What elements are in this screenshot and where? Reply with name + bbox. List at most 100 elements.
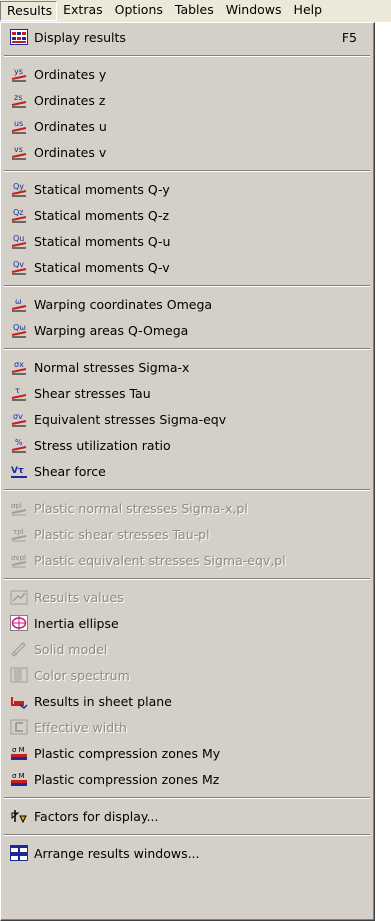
menu-item-shear-force[interactable]: Vτ Shear force — [3, 460, 371, 482]
menu-item-factors-display[interactable]: Factors for display... — [3, 805, 371, 827]
menu-item-equivalent-stresses[interactable]: σv Equivalent stresses Sigma-eqv — [3, 408, 371, 430]
svg-text:σx: σx — [14, 360, 24, 369]
svg-text:σ M: σ M — [12, 746, 25, 754]
menu-item-label: Solid model — [34, 641, 108, 657]
svg-text:ω: ω — [15, 297, 22, 306]
menu-item-normal-stresses[interactable]: σx Normal stresses Sigma-x — [3, 356, 371, 378]
menu-item-label: Shear force — [34, 463, 106, 479]
menu-item-label: Display results — [34, 29, 126, 45]
menu-item-label: Statical moments Q-u — [34, 233, 171, 249]
menu-item-plastic-compression-my[interactable]: σ M Plastic compression zones My — [3, 742, 371, 764]
menu-item-ordinates-u[interactable]: us Ordinates u — [3, 115, 371, 137]
svg-text:Vτ: Vτ — [11, 466, 24, 476]
menu-item-statical-moments-qv[interactable]: Qv Statical moments Q-v — [3, 256, 371, 278]
menu-item-stress-utilization[interactable]: % Stress utilization ratio — [3, 434, 371, 456]
plastic-shear-stress-icon: τpl — [10, 525, 28, 543]
menu-separator — [4, 170, 370, 172]
menu-item-label: Equivalent stresses Sigma-eqv — [34, 411, 227, 427]
svg-text:Qz: Qz — [13, 208, 24, 217]
sheet-plane-icon — [10, 692, 28, 710]
menu-item-label: Arrange results windows... — [34, 845, 200, 861]
menu-item-label: Inertia ellipse — [34, 615, 119, 631]
compression-zone-mz-icon: σ M — [10, 770, 28, 788]
plastic-equivalent-stress-icon: σvpl — [10, 551, 28, 569]
menu-separator — [4, 578, 370, 580]
factors-icon — [10, 807, 28, 825]
effective-width-icon — [10, 718, 28, 736]
menu-item-warping-areas[interactable]: Qω Warping areas Q-Omega — [3, 319, 371, 341]
svg-text:σvpl: σvpl — [11, 554, 26, 562]
statical-moment-z-icon: Qz — [10, 206, 28, 224]
svg-text:τpl: τpl — [13, 528, 24, 536]
menu-item-label: Statical moments Q-z — [34, 207, 170, 223]
menu-item-plastic-compression-mz[interactable]: σ M Plastic compression zones Mz — [3, 768, 371, 790]
menu-item-plastic-shear-stresses[interactable]: τpl Plastic shear stresses Tau-pl — [3, 523, 371, 545]
svg-text:Qω: Qω — [13, 323, 26, 332]
menu-bar: Results Extras Options Tables Windows He… — [0, 0, 391, 22]
menu-separator — [4, 489, 370, 491]
menu-item-statical-moments-qu[interactable]: Qu Statical moments Q-u — [3, 230, 371, 252]
menu-item-label: Ordinates u — [34, 118, 107, 134]
equivalent-stress-icon: σv — [10, 410, 28, 428]
menu-item-warping-coordinates[interactable]: ω Warping coordinates Omega — [3, 293, 371, 315]
menu-item-label: Color spectrum — [34, 667, 130, 683]
statical-moment-u-icon: Qu — [10, 232, 28, 250]
menu-item-ordinates-y[interactable]: ys Ordinates y — [3, 63, 371, 85]
menu-item-ordinates-z[interactable]: zs Ordinates z — [3, 89, 371, 111]
menubar-extras[interactable]: Extras — [57, 0, 109, 20]
menubar-tables[interactable]: Tables — [169, 0, 220, 20]
menu-item-statical-moments-qz[interactable]: Qz Statical moments Q-z — [3, 204, 371, 226]
shortcut-label: F5 — [341, 29, 357, 45]
svg-text:Qy: Qy — [13, 182, 24, 191]
results-values-icon — [10, 588, 28, 606]
ordinate-u-icon: us — [10, 117, 28, 135]
menu-item-solid-model[interactable]: Solid model — [3, 638, 371, 660]
menu-item-label: Statical moments Q-v — [34, 259, 170, 275]
menu-item-plastic-equivalent-stresses[interactable]: σvpl Plastic equivalent stresses Sigma-e… — [3, 549, 371, 571]
menu-separator — [4, 348, 370, 350]
menu-item-label: Warping areas Q-Omega — [34, 322, 189, 338]
menu-item-color-spectrum[interactable]: Color spectrum — [3, 664, 371, 686]
menu-item-results-values[interactable]: Results values — [3, 586, 371, 608]
menu-item-label: Ordinates v — [34, 144, 107, 160]
plastic-normal-stress-icon: σpl — [10, 499, 28, 517]
menubar-options[interactable]: Options — [109, 0, 169, 20]
menu-item-results-sheet-plane[interactable]: Results in sheet plane — [3, 690, 371, 712]
display-results-icon — [10, 28, 28, 46]
menu-item-label: Plastic shear stresses Tau-pl — [34, 526, 210, 542]
svg-text:ys: ys — [14, 67, 23, 76]
menu-item-ordinates-v[interactable]: vs Ordinates v — [3, 141, 371, 163]
menu-item-label: Shear stresses Tau — [34, 385, 151, 401]
menu-separator — [4, 285, 370, 287]
menu-item-arrange-windows[interactable]: Arrange results windows... — [3, 842, 371, 864]
menubar-results[interactable]: Results — [0, 1, 58, 21]
color-spectrum-icon — [10, 666, 28, 684]
menu-item-label: Plastic normal stresses Sigma-x,pl — [34, 500, 248, 516]
menu-item-plastic-normal-stresses[interactable]: σpl Plastic normal stresses Sigma-x,pl — [3, 497, 371, 519]
solid-model-icon — [10, 640, 28, 658]
menu-separator — [4, 834, 370, 836]
menu-separator — [4, 797, 370, 799]
menu-item-display-results[interactable]: Display results F5 — [3, 26, 371, 48]
results-dropdown-menu: Display results F5 ys Ordinates y zs Ord… — [0, 22, 375, 921]
menu-item-label: Factors for display... — [34, 808, 159, 824]
menu-item-label: Results values — [34, 589, 124, 605]
svg-text:%: % — [15, 438, 23, 447]
menu-item-label: Stress utilization ratio — [34, 437, 171, 453]
menu-item-label: Ordinates y — [34, 66, 107, 82]
menubar-help[interactable]: Help — [288, 0, 329, 20]
menu-item-label: Plastic equivalent stresses Sigma-eqv,pl — [34, 552, 286, 568]
menu-item-inertia-ellipse[interactable]: Inertia ellipse — [3, 612, 371, 634]
menubar-windows[interactable]: Windows — [220, 0, 288, 20]
arrange-windows-icon — [10, 844, 28, 862]
menu-item-label: Ordinates z — [34, 92, 106, 108]
menu-item-effective-width[interactable]: Effective width — [3, 716, 371, 738]
menu-item-shear-stresses[interactable]: τ Shear stresses Tau — [3, 382, 371, 404]
menu-item-label: Normal stresses Sigma-x — [34, 359, 190, 375]
svg-text:Qv: Qv — [13, 260, 24, 269]
shear-force-icon: Vτ — [10, 462, 28, 480]
menu-item-statical-moments-qy[interactable]: Qy Statical moments Q-y — [3, 178, 371, 200]
menu-item-label: Warping coordinates Omega — [34, 296, 213, 312]
svg-text:σ M: σ M — [12, 772, 25, 780]
svg-text:σv: σv — [13, 412, 23, 421]
